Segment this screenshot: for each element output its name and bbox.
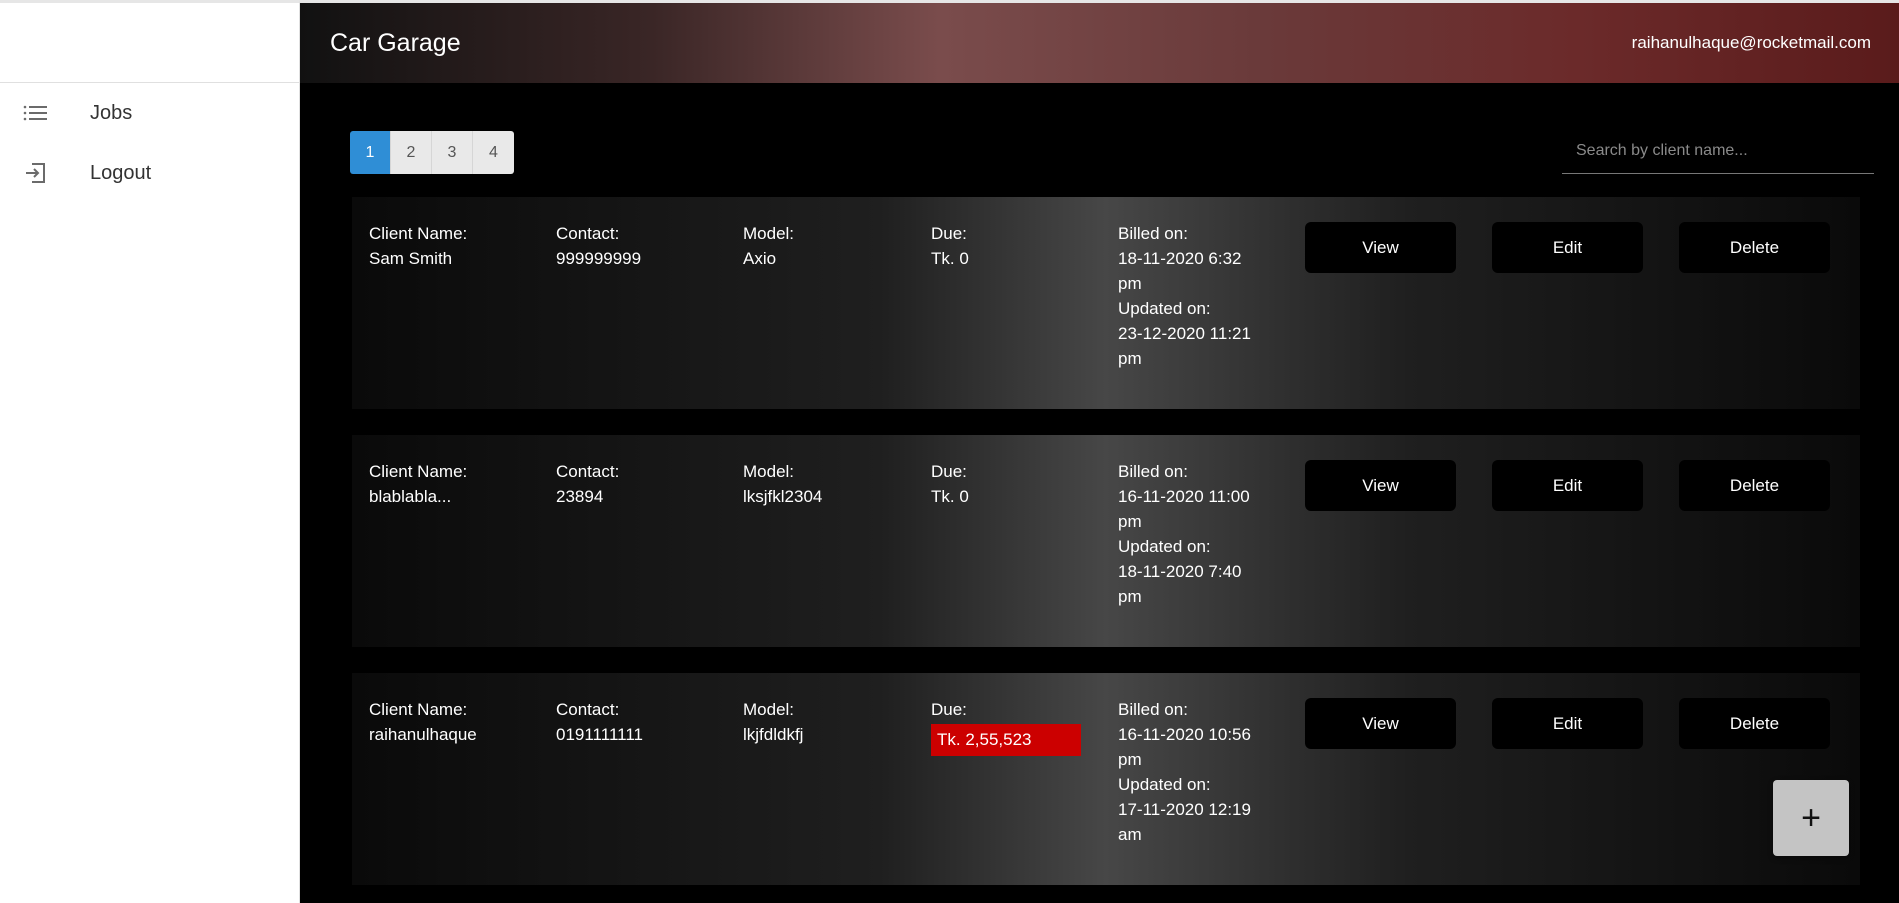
updated-on-label: Updated on: <box>1118 775 1211 794</box>
sidebar-item-label: Logout <box>90 161 152 184</box>
sidebar-item-jobs[interactable]: Jobs <box>0 83 299 143</box>
user-email: raihanulhaque@rocketmail.com <box>1631 33 1871 52</box>
edit-button[interactable]: Edit <box>1492 460 1643 511</box>
search-input[interactable] <box>1562 129 1874 174</box>
delete-button[interactable]: Delete <box>1679 222 1830 273</box>
updated-on-value: 18-11-2020 7:40 pm <box>1118 562 1242 606</box>
model-field: Model: lksjfkl2304 <box>743 459 893 509</box>
contact-field: Contact: 999999999 <box>556 221 706 271</box>
due-label: Due: <box>931 700 967 719</box>
logout-icon <box>22 160 48 186</box>
page-button-2[interactable]: 2 <box>391 131 432 174</box>
client-name-label: Client Name: <box>369 462 468 481</box>
page-button-4[interactable]: 4 <box>473 131 514 174</box>
due-value: Tk. 0 <box>931 249 969 268</box>
due-field: Due: Tk. 2,55,523 <box>931 697 1081 756</box>
delete-button[interactable]: Delete <box>1679 460 1830 511</box>
toolbar: 1 2 3 4 <box>350 129 1899 175</box>
billed-on-value: 16-11-2020 11:00 pm <box>1118 487 1250 531</box>
model-field: Model: lkjfdldkfj <box>743 697 893 747</box>
model-label: Model: <box>743 700 795 719</box>
client-name-field: Client Name: Sam Smith <box>369 221 519 271</box>
due-value: Tk. 0 <box>931 487 969 506</box>
client-name-value: Sam Smith <box>369 249 453 268</box>
dates-field: Billed on: 16-11-2020 11:00 pm Updated o… <box>1118 459 1268 609</box>
delete-button[interactable]: Delete <box>1679 698 1830 749</box>
sidebar-item-logout[interactable]: Logout <box>0 143 299 203</box>
page-button-1[interactable]: 1 <box>350 131 391 174</box>
dates-field: Billed on: 16-11-2020 10:56 pm Updated o… <box>1118 697 1268 847</box>
contact-field: Contact: 0191111111 <box>556 697 706 747</box>
page-button-3[interactable]: 3 <box>432 131 473 174</box>
sidebar-item-label: Jobs <box>90 101 133 124</box>
job-card: Client Name: blablabla... Contact: 23894… <box>352 435 1860 647</box>
billed-on-label: Billed on: <box>1118 224 1188 243</box>
model-label: Model: <box>743 462 795 481</box>
app-bar: Car Garage raihanulhaque@rocketmail.com <box>300 0 1899 83</box>
sidebar: Jobs Logout <box>0 0 300 903</box>
job-card: Client Name: Sam Smith Contact: 99999999… <box>352 197 1860 409</box>
model-value: lksjfkl2304 <box>743 487 823 506</box>
billed-on-label: Billed on: <box>1118 462 1188 481</box>
contact-value: 23894 <box>556 487 604 506</box>
contact-value: 0191111111 <box>556 725 643 744</box>
contact-label: Contact: <box>556 700 620 719</box>
client-name-field: Client Name: raihanulhaque <box>369 697 519 747</box>
app-title: Car Garage <box>330 28 461 57</box>
pagination: 1 2 3 4 <box>350 131 514 174</box>
contact-label: Contact: <box>556 224 620 243</box>
model-value: Axio <box>743 249 777 268</box>
due-alert-badge: Tk. 2,55,523 <box>931 724 1081 756</box>
dates-field: Billed on: 18-11-2020 6:32 pm Updated on… <box>1118 221 1268 371</box>
sidebar-header <box>0 3 299 83</box>
billed-on-label: Billed on: <box>1118 700 1188 719</box>
due-label: Due: <box>931 462 967 481</box>
client-name-value: blablabla... <box>369 487 452 506</box>
edit-button[interactable]: Edit <box>1492 222 1643 273</box>
updated-on-value: 17-11-2020 12:19 am <box>1118 800 1251 844</box>
view-button[interactable]: View <box>1305 698 1456 749</box>
due-label: Due: <box>931 224 967 243</box>
contact-label: Contact: <box>556 462 620 481</box>
client-name-value: raihanulhaque <box>369 725 477 744</box>
client-name-label: Client Name: <box>369 700 468 719</box>
edit-button[interactable]: Edit <box>1492 698 1643 749</box>
updated-on-label: Updated on: <box>1118 537 1211 556</box>
contact-field: Contact: 23894 <box>556 459 706 509</box>
updated-on-value: 23-12-2020 11:21 pm <box>1118 324 1251 368</box>
model-value: lkjfdldkfj <box>743 725 804 744</box>
view-button[interactable]: View <box>1305 222 1456 273</box>
model-field: Model: Axio <box>743 221 893 271</box>
contact-value: 999999999 <box>556 249 642 268</box>
main-content: Car Garage raihanulhaque@rocketmail.com … <box>300 0 1899 903</box>
client-name-label: Client Name: <box>369 224 468 243</box>
client-name-field: Client Name: blablabla... <box>369 459 519 509</box>
model-label: Model: <box>743 224 795 243</box>
job-card: Client Name: raihanulhaque Contact: 0191… <box>352 673 1860 885</box>
add-job-button[interactable]: + <box>1773 780 1849 856</box>
billed-on-value: 16-11-2020 10:56 pm <box>1118 725 1251 769</box>
due-field: Due: Tk. 0 <box>931 221 1081 271</box>
updated-on-label: Updated on: <box>1118 299 1211 318</box>
billed-on-value: 18-11-2020 6:32 pm <box>1118 249 1242 293</box>
view-button[interactable]: View <box>1305 460 1456 511</box>
list-icon <box>22 100 48 126</box>
due-field: Due: Tk. 0 <box>931 459 1081 509</box>
